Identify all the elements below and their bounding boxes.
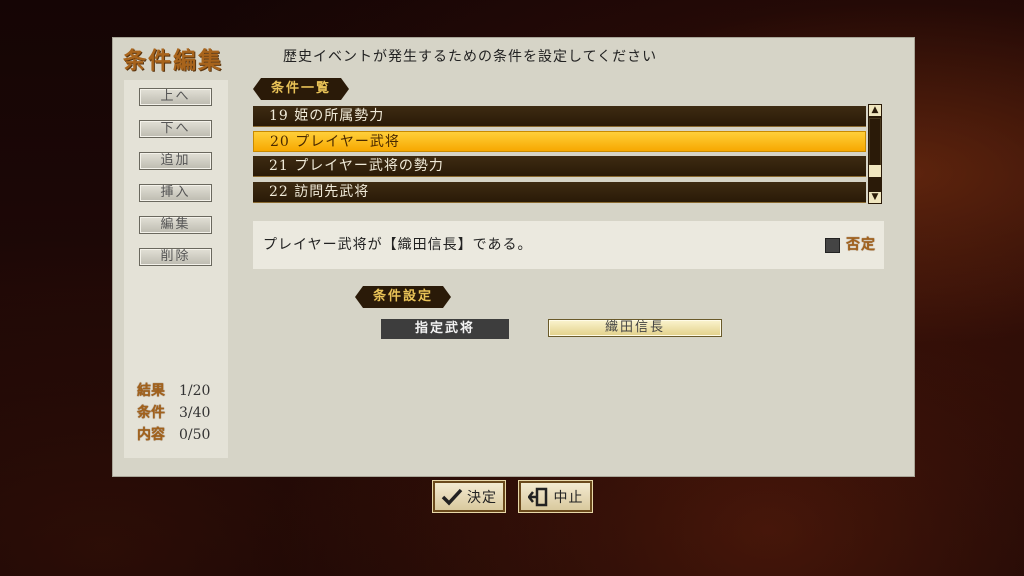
delete-button[interactable]: 削除 [139,248,212,266]
page-subtitle: 歴史イベントが発生するための条件を設定してください [283,49,658,65]
list-scrollbar[interactable]: ▲ ▼ [868,104,882,204]
list-item[interactable]: 22 訪問先武将 [253,182,866,203]
list-item-selected[interactable]: 20 プレイヤー武将 [253,131,866,152]
scroll-down-icon[interactable]: ▼ [868,191,882,204]
condition-value-button[interactable]: 織田信長 [548,319,722,337]
sidebar: 上へ 下へ 追加 挿入 編集 削除 結果 1/20 条件 3/40 内容 0/50 [124,80,228,458]
checkbox-icon[interactable] [825,237,840,253]
negate-label: 否定 [846,237,876,253]
scroll-handle[interactable] [869,165,881,177]
exit-icon [527,487,547,506]
condition-field-label: 指定武将 [381,319,509,339]
page-title: 条件編集 [123,47,223,74]
cancel-label: 中止 [553,489,584,506]
add-button[interactable]: 追加 [139,152,212,170]
edit-button[interactable]: 編集 [139,216,212,234]
condition-edit-panel: 条件編集 歴史イベントが発生するための条件を設定してください 上へ 下へ 追加 … [112,37,915,477]
move-down-button[interactable]: 下へ [139,120,212,138]
insert-button[interactable]: 挿入 [139,184,212,202]
confirm-label: 決定 [467,489,497,506]
stat-value: 0/50 [179,427,211,443]
stat-result: 結果 1/20 [137,380,210,402]
list-item[interactable]: 21 プレイヤー武将の勢力 [253,156,866,177]
move-up-button[interactable]: 上へ [139,88,212,106]
stat-label: 条件 [137,405,165,421]
checkmark-icon [441,488,463,506]
stat-value: 1/20 [179,383,211,399]
condition-settings-heading: 条件設定 [355,286,451,308]
cancel-button[interactable]: 中止 [519,481,592,512]
confirm-button[interactable]: 決定 [433,481,505,512]
condition-list-heading: 条件一覧 [253,78,349,100]
negate-checkbox[interactable]: 否定 [825,221,876,269]
stat-condition: 条件 3/40 [137,402,210,424]
stat-label: 結果 [137,383,165,399]
list-item[interactable]: 19 姫の所属勢力 [253,106,866,127]
stat-label: 内容 [137,427,165,443]
stats: 結果 1/20 条件 3/40 内容 0/50 [137,380,210,446]
condition-description: プレイヤー武将が【織田信長】である。 否定 [253,221,884,269]
scroll-up-icon[interactable]: ▲ [868,104,882,117]
stat-content: 内容 0/50 [137,424,210,446]
description-text: プレイヤー武将が【織田信長】である。 [263,237,533,253]
stat-value: 3/40 [179,405,211,421]
